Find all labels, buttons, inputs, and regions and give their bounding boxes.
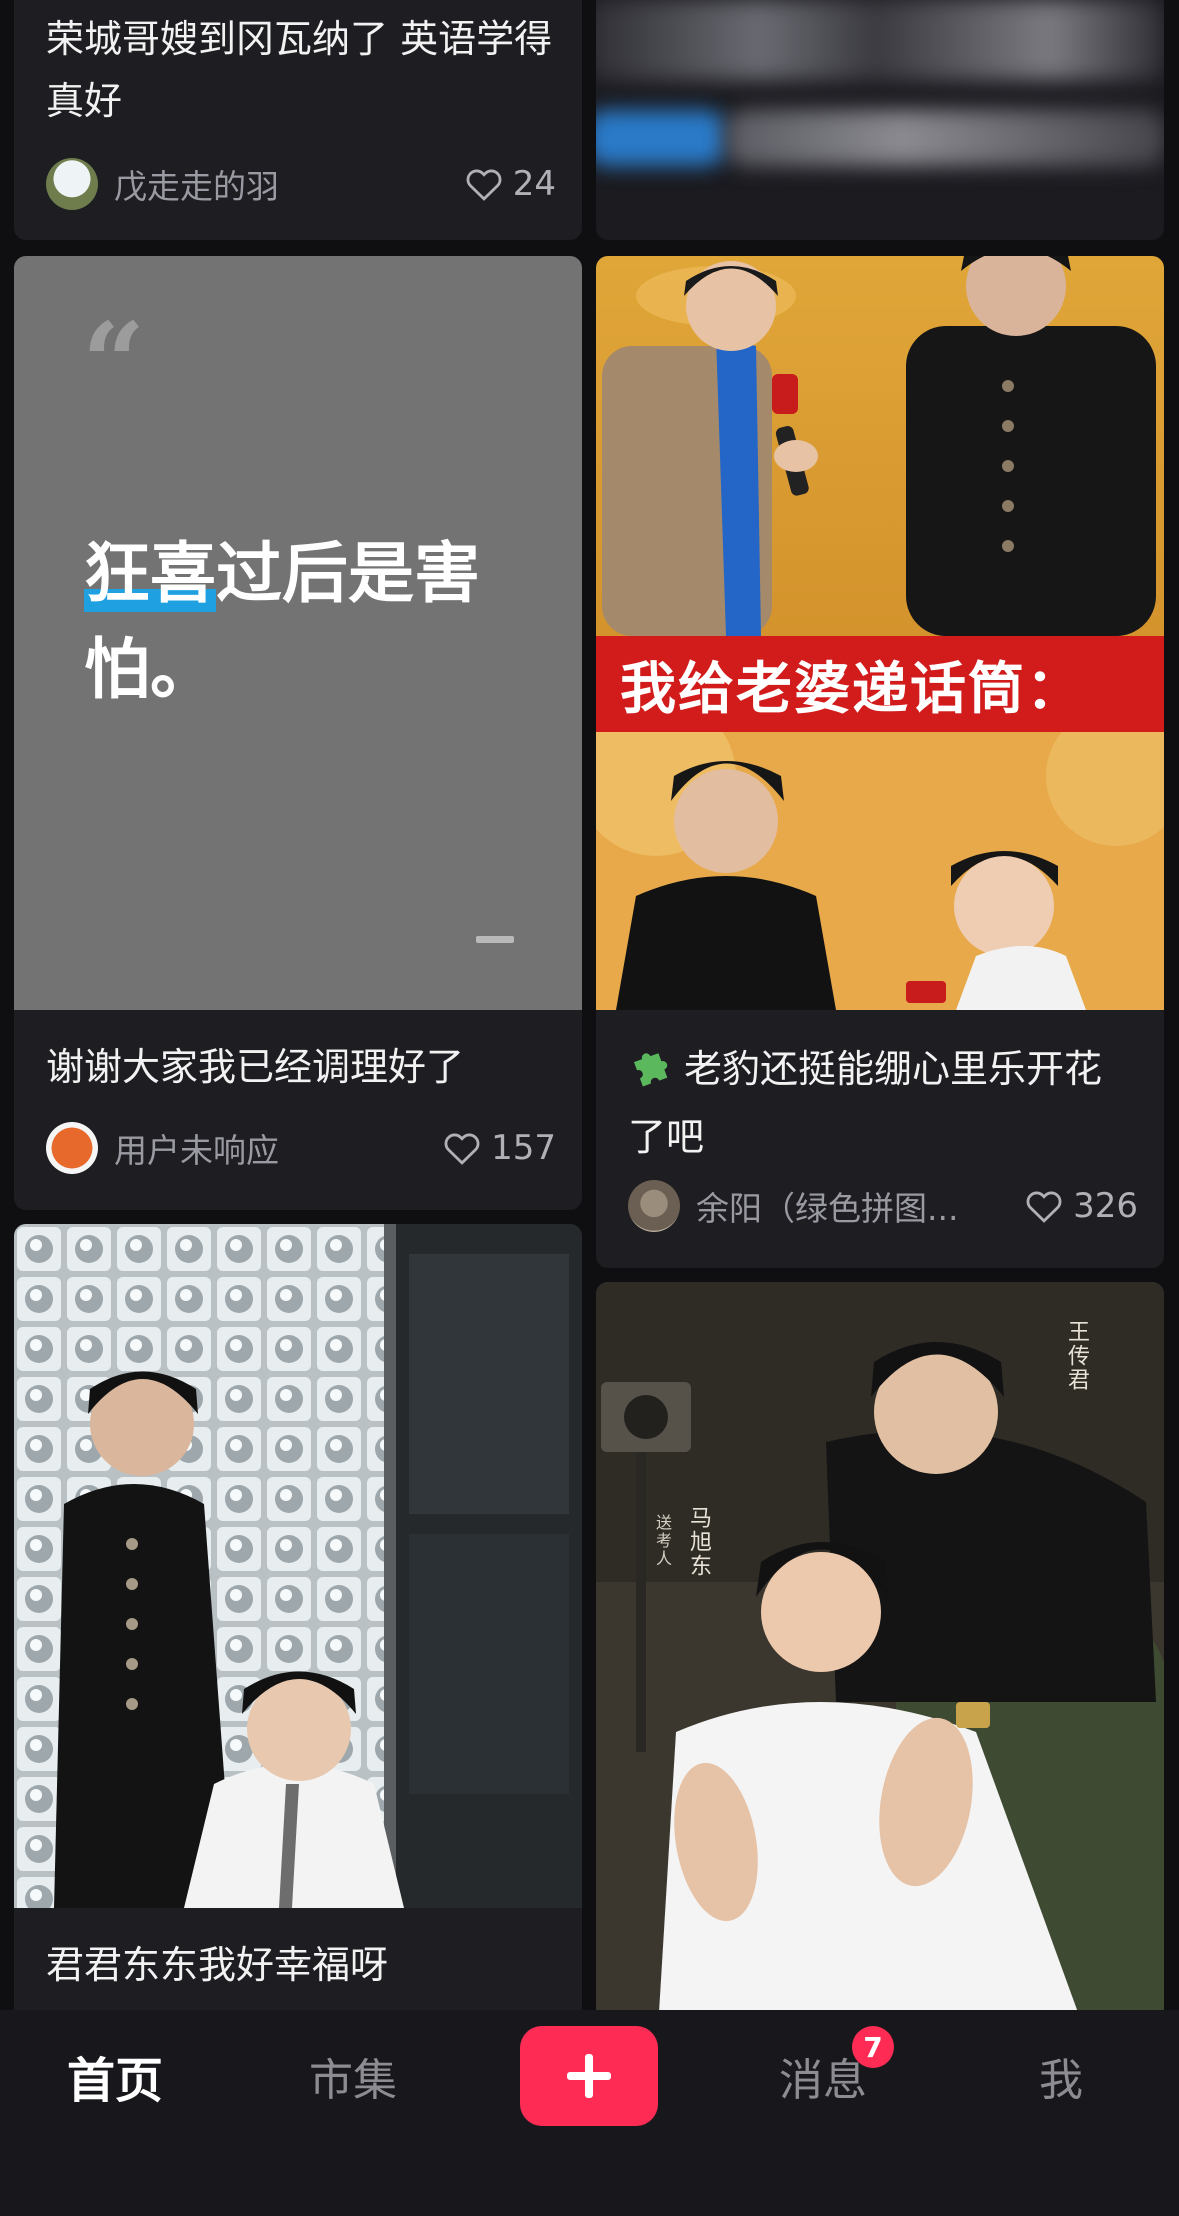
note-title: 荣城哥嫂到冈瓦纳了 英语学得真好 bbox=[46, 17, 553, 123]
blurred-meta bbox=[596, 110, 726, 166]
note-cover[interactable] bbox=[14, 1224, 582, 1908]
note-cover[interactable]: 我给老婆递话筒： bbox=[596, 256, 1164, 1010]
note-card[interactable] bbox=[596, 0, 1164, 240]
messages-badge: 7 bbox=[852, 2026, 894, 2068]
add-post-button[interactable] bbox=[520, 2026, 658, 2126]
note-card[interactable]: “ 狂喜过后是害怕。 谢谢大家我已经调理好了 用户未响应 157 bbox=[14, 256, 582, 1210]
note-title: 君君东东我好幸福呀 bbox=[46, 1943, 389, 1987]
like-button[interactable]: 326 bbox=[1023, 1185, 1138, 1227]
avatar[interactable] bbox=[46, 1122, 98, 1174]
note-card[interactable]: 王传君 马旭东 送考人 bbox=[596, 1282, 1164, 2010]
quote-mark-icon: “ bbox=[82, 298, 146, 427]
heart-icon bbox=[444, 1133, 480, 1165]
feed: 荣城哥嫂到冈瓦纳了 英语学得真好 戊走走的羽 24 “ 狂喜过后是害怕。 谢谢大… bbox=[0, 0, 1179, 2010]
cover-quote-text: 狂喜过后是害怕。 bbox=[84, 535, 480, 708]
note-title: 谢谢大家我已经调理好了 bbox=[46, 1045, 465, 1089]
note-card[interactable]: 荣城哥嫂到冈瓦纳了 英语学得真好 戊走走的羽 24 bbox=[14, 0, 582, 240]
note-card[interactable]: 我给老婆递话筒： 老豹还挺能绷心里乐开花了吧 余阳（绿色拼图... 326 bbox=[596, 256, 1164, 1268]
like-button[interactable]: 157 bbox=[441, 1127, 556, 1169]
author-name[interactable]: 用户未响应 bbox=[114, 1124, 423, 1172]
like-button[interactable]: 24 bbox=[463, 163, 556, 205]
avatar[interactable] bbox=[46, 158, 98, 210]
blurred-meta-text bbox=[726, 110, 1164, 166]
puzzle-piece-icon bbox=[628, 1036, 680, 1106]
cover-caption: 送考人 bbox=[653, 1514, 672, 1568]
heart-icon bbox=[1026, 1191, 1062, 1223]
cover-caption: 马旭东 bbox=[686, 1506, 711, 1578]
cover-banner: 我给老婆递话筒： bbox=[596, 636, 1164, 732]
cover-photo bbox=[596, 256, 1164, 1010]
note-cover[interactable]: “ 狂喜过后是害怕。 bbox=[14, 256, 582, 1010]
note-title: 老豹还挺能绷心里乐开花了吧 bbox=[628, 1036, 1138, 1168]
like-count: 24 bbox=[512, 164, 556, 204]
note-cover[interactable]: 王传君 马旭东 送考人 bbox=[596, 1282, 1164, 2010]
note-card[interactable]: 君君东东我好幸福呀 bbox=[14, 1224, 582, 2010]
author-name[interactable]: 戊走走的羽 bbox=[114, 160, 445, 208]
plus-icon bbox=[567, 2054, 611, 2098]
tab-market[interactable]: 市集 bbox=[278, 2036, 428, 2116]
heart-icon bbox=[466, 169, 502, 201]
tab-home[interactable]: 首页 bbox=[40, 2036, 190, 2116]
avatar[interactable] bbox=[628, 1180, 680, 1232]
divider bbox=[476, 936, 514, 943]
cover-caption: 王传君 bbox=[1064, 1320, 1089, 1392]
like-count: 326 bbox=[1073, 1186, 1138, 1226]
blurred-title bbox=[596, 0, 1164, 80]
like-count: 157 bbox=[491, 1128, 556, 1168]
cover-photo bbox=[14, 1224, 582, 1908]
author-name[interactable]: 余阳（绿色拼图... bbox=[696, 1182, 1005, 1230]
tab-me[interactable]: 我 bbox=[986, 2036, 1136, 2116]
